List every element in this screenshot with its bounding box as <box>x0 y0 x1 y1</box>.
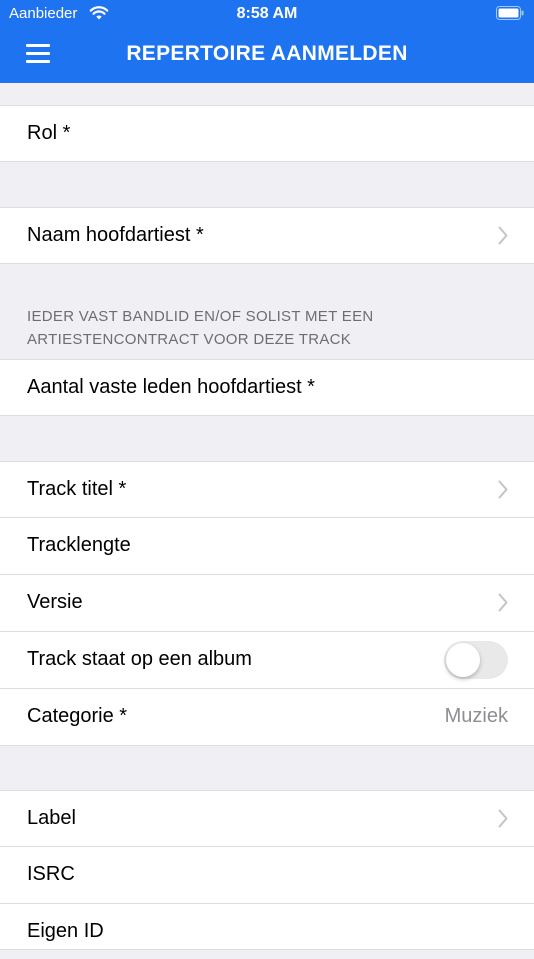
categorie-value: Muziek <box>444 705 508 727</box>
chevron-right-icon <box>498 226 508 245</box>
versie-row[interactable]: Versie <box>0 574 534 632</box>
isrc-label: ISRC <box>27 863 75 885</box>
toggle-knob <box>446 643 480 677</box>
aantal-leden-row[interactable]: Aantal vaste leden hoofdartiest * <box>0 359 534 416</box>
tracklengte-label: Tracklengte <box>27 534 131 556</box>
status-bar: Aanbieder 8:58 AM <box>0 0 534 30</box>
aantal-leden-label: Aantal vaste leden hoofdartiest * <box>27 376 315 398</box>
categorie-label: Categorie * <box>27 705 128 727</box>
clock: 8:58 AM <box>236 5 298 22</box>
eigen-id-label: Eigen ID <box>27 920 104 942</box>
label-label: Label <box>27 807 76 829</box>
album-toggle-label: Track staat op een album <box>27 648 252 670</box>
naam-hoofdartiest-label: Naam hoofdartiest * <box>27 224 204 246</box>
rol-label: Rol * <box>27 122 71 144</box>
section-note: IEDER VAST BANDLID EN/OF SOLIST MET EEN … <box>27 308 374 348</box>
isrc-row[interactable]: ISRC <box>0 846 534 904</box>
track-titel-row[interactable]: Track titel * <box>0 461 534 518</box>
album-toggle-row: Track staat op een album <box>0 631 534 689</box>
battery-icon <box>496 6 524 20</box>
categorie-row[interactable]: Categorie * Muziek <box>0 688 534 746</box>
tracklengte-row[interactable]: Tracklengte <box>0 517 534 575</box>
eigen-id-row[interactable]: Eigen ID <box>0 903 534 950</box>
chevron-right-icon <box>498 593 508 612</box>
naam-hoofdartiest-row[interactable]: Naam hoofdartiest * <box>0 207 534 264</box>
chevron-right-icon <box>498 809 508 828</box>
page-title: REPERTOIRE AANMELDEN <box>126 42 408 65</box>
navigation-header: Aanbieder 8:58 AM REPERTOIRE AANMELDEN <box>0 0 534 83</box>
label-row[interactable]: Label <box>0 790 534 847</box>
versie-label: Versie <box>27 591 83 613</box>
chevron-right-icon <box>498 480 508 499</box>
album-toggle-switch[interactable] <box>444 641 508 679</box>
rol-row[interactable]: Rol * <box>0 105 534 162</box>
track-titel-label: Track titel * <box>27 478 127 500</box>
